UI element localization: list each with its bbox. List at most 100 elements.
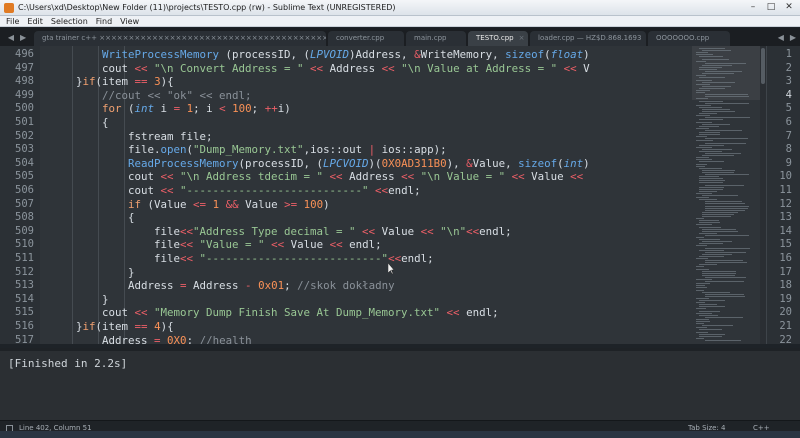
minimap-line — [696, 321, 710, 322]
minimap-line — [699, 119, 723, 121]
code-token: "---------------------------" — [173, 184, 376, 197]
close-button[interactable]: ✕ — [782, 1, 796, 13]
minimap-line — [705, 203, 745, 205]
code-token: << — [310, 61, 324, 75]
code-token: ) — [583, 156, 590, 170]
minimap-line — [705, 209, 745, 211]
code-line[interactable]: file<< "Value = " << Value << endl; — [154, 238, 382, 251]
code-line[interactable]: if (Value <= 1 && Value >= 100) — [128, 198, 330, 211]
maximize-button[interactable]: □ — [764, 1, 778, 13]
code-token: ( — [121, 102, 135, 116]
code-line[interactable]: }if(item == 4){ — [76, 320, 174, 333]
menu-bar: File Edit Selection Find View — [0, 16, 800, 27]
code-line[interactable]: cout << "---------------------------" <<… — [128, 184, 421, 197]
code-line[interactable]: cout << "\n Convert Address = " << Addre… — [102, 62, 590, 75]
code-line[interactable]: cout << "Memory Dump Finish Save At Dump… — [102, 306, 499, 319]
minimap-line — [699, 180, 725, 182]
minimap-line — [696, 121, 712, 123]
code-line[interactable]: for (int i = 1; i < 100; ++i) — [102, 102, 291, 115]
chevron-right-icon[interactable]: ▶ — [20, 33, 26, 42]
menu-edit[interactable]: Edit — [27, 16, 43, 26]
minimap-line — [696, 283, 710, 285]
code-line[interactable]: WriteProcessMemory (processID, (LPVOID)A… — [102, 48, 590, 61]
code-token: "---------------------------" — [199, 252, 389, 265]
tab-main[interactable]: main.cpp — [406, 31, 466, 46]
code-line[interactable]: } — [128, 266, 135, 279]
line-number: 509 — [15, 224, 34, 237]
minimap-line — [696, 266, 704, 268]
tab-label: main.cpp — [414, 34, 447, 42]
close-icon[interactable]: × — [519, 34, 525, 42]
code-area[interactable]: WriteProcessMemory (processID, (LPVOID)A… — [44, 46, 692, 344]
tab-ooo[interactable]: OOOOOOO.cpp — [648, 31, 730, 46]
code-line[interactable]: { — [128, 211, 135, 224]
minimap-line — [699, 161, 724, 163]
minimap-line — [696, 285, 705, 287]
build-output-panel[interactable]: [Finished in 2.2s] — [0, 348, 800, 420]
chevron-left-icon[interactable]: ◀ — [8, 33, 14, 42]
code-token: (Value — [141, 197, 194, 211]
minimap-line — [699, 134, 720, 136]
minimap-line — [696, 337, 704, 339]
code-line[interactable]: Address = 0X0; //health — [102, 334, 252, 344]
chevron-right-icon[interactable]: ▶ — [790, 33, 796, 42]
minimap-line — [702, 211, 738, 213]
code-token: endl; — [342, 238, 382, 252]
minimap[interactable] — [692, 46, 760, 344]
minimap-line — [705, 262, 747, 264]
code-token: ) — [583, 48, 590, 61]
code-token: ) — [323, 197, 330, 211]
line-number: 497 — [15, 61, 34, 74]
code-token: << — [420, 224, 434, 238]
minimap-line — [699, 178, 723, 180]
minimap-line — [705, 153, 741, 154]
line-number: 15 — [779, 238, 792, 251]
minimap-line — [696, 327, 707, 329]
menu-selection[interactable]: Selection — [51, 16, 88, 26]
menu-view[interactable]: View — [120, 16, 139, 26]
code-token: file. — [128, 143, 161, 157]
code-line[interactable]: ReadProcessMemory(processID, (LPCVOID)(0… — [128, 157, 590, 170]
tab-converter[interactable]: converter.cpp — [328, 31, 404, 46]
code-line[interactable]: file.open("Dump_Memory.txt",ios::out | i… — [128, 143, 447, 156]
code-token: ), — [446, 156, 467, 170]
text-cursor-icon — [388, 263, 394, 275]
code-token: file — [154, 224, 181, 238]
menu-find[interactable]: Find — [96, 16, 112, 26]
tab-testo[interactable]: TESTO.cpp × — [468, 31, 528, 46]
minimize-button[interactable]: – — [746, 1, 760, 13]
minimap-line — [696, 258, 708, 259]
tab-gta-trainer[interactable]: gta trainer c++ ××××××××××××××××××××××××… — [34, 31, 326, 46]
minimap-line — [699, 239, 720, 241]
code-line[interactable]: Address = Address - 0x01; //skok dokładn… — [128, 279, 395, 292]
code-line[interactable]: fstream file; — [128, 130, 213, 143]
line-number: 516 — [15, 320, 34, 332]
line-number: 510 — [15, 238, 34, 251]
editor-pane[interactable]: 496 497 498 499 500 501 502 503 504 505 506 507 508 5… — [0, 46, 800, 346]
code-line[interactable]: //cout << "ok" << endl; — [102, 89, 252, 102]
line-number: 514 — [15, 292, 34, 305]
minimap-line — [696, 83, 710, 85]
menu-file[interactable]: File — [6, 16, 19, 26]
scrollbar-thumb[interactable] — [761, 48, 765, 84]
code-line[interactable]: } — [102, 293, 109, 306]
code-token: fstream file; — [128, 129, 213, 143]
line-number-gutter: 496 497 498 499 500 501 502 503 504 505 506 507 508 5… — [0, 46, 40, 346]
line-number: 8 — [785, 143, 792, 156]
code-line[interactable]: file<<"Address Type decimal = " << Value… — [154, 225, 512, 238]
chevron-left-icon[interactable]: ◀ — [778, 33, 784, 42]
code-line[interactable]: cout << "\n Address tdecim = " << Addres… — [128, 170, 583, 183]
tab-loader[interactable]: loader.cpp — HZ$D.868.1693 — [530, 31, 646, 46]
code-token: <= — [193, 197, 207, 211]
code-token: } — [128, 265, 135, 279]
code-token: == — [134, 75, 148, 89]
minimap-line — [705, 62, 746, 64]
code-token: == — [134, 320, 148, 333]
code-line[interactable]: }if(item == 3){ — [76, 75, 174, 88]
code-line[interactable]: { — [102, 116, 109, 129]
minimap-line — [702, 155, 734, 157]
code-token: { — [102, 116, 109, 129]
minimap-line — [705, 117, 750, 119]
code-token: WriteProcessMemory — [102, 48, 220, 61]
code-token: ){ — [160, 320, 174, 333]
